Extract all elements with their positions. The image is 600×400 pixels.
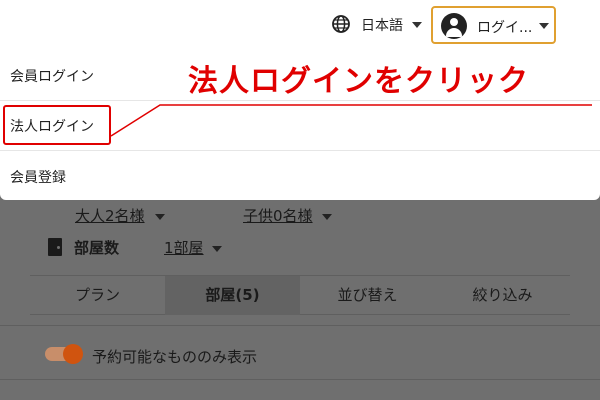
door-icon: [48, 238, 62, 256]
globe-icon[interactable]: [331, 14, 351, 34]
rooms-row: 部屋数 1部屋: [48, 236, 348, 260]
top-header: 日本語 ログイ...: [0, 0, 600, 50]
login-button-label: ログイ...: [477, 20, 533, 36]
chevron-down-icon: [212, 246, 222, 252]
rooms-selector[interactable]: 1部屋: [164, 237, 204, 258]
language-selector[interactable]: 日本語: [361, 15, 403, 35]
chevron-down-icon[interactable]: [412, 22, 422, 28]
availability-filter-row: 予約可能なもののみ表示: [0, 325, 600, 380]
result-tabs: プラン 部屋(5) 並び替え 絞り込み: [30, 275, 570, 315]
rooms-label: 部屋数: [74, 239, 120, 257]
chevron-down-icon: [539, 23, 549, 29]
tab-sort[interactable]: 並び替え: [300, 276, 435, 315]
login-dropdown-menu: 会員ログイン 法人ログイン 会員登録 法人ログインをクリック: [0, 50, 600, 200]
chevron-down-icon: [155, 214, 165, 220]
tab-filter[interactable]: 絞り込み: [435, 276, 570, 315]
chevron-down-icon: [322, 214, 332, 220]
instruction-annotation: 法人ログインをクリック: [188, 64, 529, 99]
children-selector[interactable]: 子供0名様: [243, 205, 313, 226]
toggle-knob: [63, 344, 83, 364]
login-button[interactable]: ログイ...: [431, 6, 556, 44]
adults-selector[interactable]: 大人2名様: [75, 205, 145, 226]
tab-rooms[interactable]: 部屋(5): [165, 276, 300, 315]
availability-toggle[interactable]: [45, 344, 83, 364]
guest-selector-row: 大人2名様 子供0名様: [0, 202, 600, 230]
availability-toggle-label: 予約可能なもののみ表示: [92, 348, 258, 366]
user-avatar-icon: [441, 13, 467, 39]
tab-plan[interactable]: プラン: [30, 276, 165, 315]
